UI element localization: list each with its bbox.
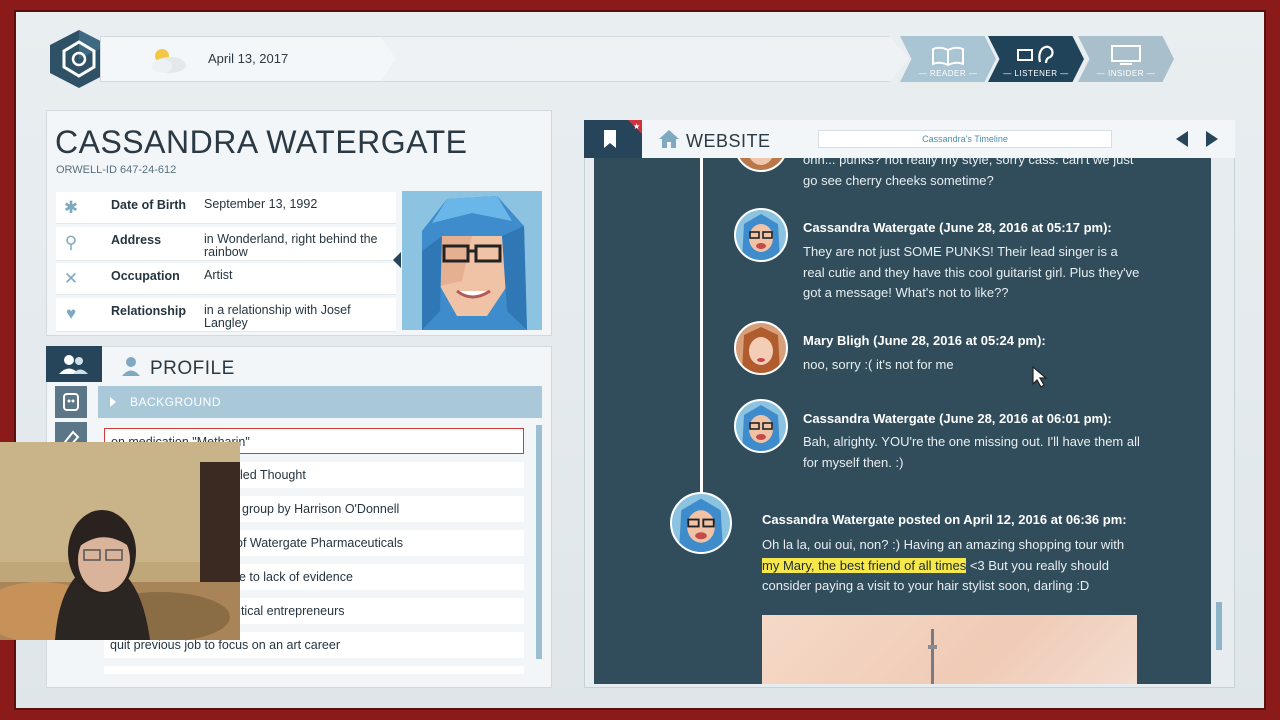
post-author: Cassandra Watergate posted on April 12, … <box>762 512 1127 527</box>
avatar[interactable] <box>734 208 788 262</box>
info-row-occupation: ✕ Occupation Artist <box>56 263 396 295</box>
asterisk-icon: ✱ <box>63 198 79 217</box>
tools-icon: ✕ <box>63 269 79 288</box>
location-pin-icon: ⚲ <box>64 233 78 252</box>
home-icon <box>658 129 680 154</box>
avatar <box>734 158 788 172</box>
comment-author: Mary Bligh (June 28, 2016 at 05:24 pm): <box>803 333 1046 348</box>
person-name: CASSANDRA WATERGATE <box>55 124 468 160</box>
info-value: in a relationship with Josef Langley <box>204 303 351 330</box>
post-text: Oh la la, oui oui, non? :) Having an ama… <box>762 537 1125 552</box>
avatar[interactable] <box>734 399 788 453</box>
comment-body: Bah, alrighty. YOU're the one missing ou… <box>803 434 1140 470</box>
comment-body: noo, sorry :( it's not for me <box>803 357 954 372</box>
comment-author: Cassandra Watergate (June 28, 2016 at 05… <box>803 220 1112 235</box>
info-key: Address <box>111 233 162 247</box>
comment-body: ohh... punks? not really my style, sorry… <box>803 158 1134 188</box>
forward-button[interactable] <box>1200 127 1224 151</box>
reader-mode-label: — READER — <box>918 69 978 78</box>
info-value: in Wonderland, right behind the rainbow <box>204 232 378 259</box>
info-key: Relationship <box>111 304 187 318</box>
post-photo[interactable] <box>762 615 1137 684</box>
bookmark-tab[interactable]: ★ <box>584 120 642 158</box>
comment-body: They are not just SOME PUNKS! Their lead… <box>803 244 1140 300</box>
listener-mode-label: — LISTENER — <box>1003 69 1069 78</box>
mouse-cursor-icon <box>1032 365 1048 393</box>
timeline-title-field[interactable]: Cassandra's Timeline <box>818 130 1112 148</box>
info-key: Occupation <box>111 269 180 283</box>
post-body: Oh la la, oui oui, non? :) Having an ama… <box>762 535 1137 597</box>
triangle-left-icon <box>1176 131 1188 147</box>
svg-text:★: ★ <box>633 122 640 131</box>
book-icon <box>932 46 964 66</box>
heart-icon: ♥ <box>65 304 77 323</box>
people-icon <box>59 355 88 374</box>
timeline-connector <box>700 158 703 496</box>
portrait-pointer <box>393 252 401 268</box>
insider-mode-button[interactable]: — INSIDER — <box>1078 36 1174 82</box>
timeline-feed[interactable]: ohh... punks? not really my style, sorry… <box>594 158 1211 684</box>
listener-mode-button[interactable]: — LISTENER — <box>988 36 1084 82</box>
avatar[interactable] <box>670 492 732 554</box>
comment-author: Cassandra Watergate (June 28, 2016 at 06… <box>803 411 1112 426</box>
face-icon <box>63 393 79 411</box>
list-item-partial <box>104 666 524 674</box>
ear-icon <box>1017 45 1054 64</box>
profile-tab[interactable] <box>46 346 102 382</box>
back-button[interactable] <box>1170 127 1194 151</box>
monitor-icon <box>1111 45 1141 65</box>
info-value: Artist <box>204 268 233 282</box>
triangle-right-icon <box>1206 131 1218 147</box>
reader-mode-button[interactable]: — READER — <box>900 36 996 82</box>
background-category-button[interactable] <box>55 386 87 418</box>
user-icon <box>121 356 141 381</box>
profile-scrollbar[interactable] <box>536 425 542 659</box>
bookmark-icon: ★ <box>604 120 642 148</box>
profile-title: PROFILE <box>150 358 235 379</box>
info-row-address: ⚲ Address in Wonderland, right behind th… <box>56 227 396 261</box>
avatar[interactable] <box>734 321 788 375</box>
info-value: September 13, 1992 <box>204 197 318 211</box>
info-key: Date of Birth <box>111 198 186 212</box>
info-row-relationship: ♥ Relationship in a relationship with Jo… <box>56 298 396 332</box>
website-label: WEBSITE <box>686 131 771 151</box>
current-date: April 13, 2017 <box>208 51 289 66</box>
chevron-right-icon <box>110 397 116 407</box>
weather-icon <box>144 44 190 76</box>
highlighted-text[interactable]: my Mary, the best friend of all times <box>762 557 967 573</box>
mode-selector: — READER — — LISTENER — — INSIDER — <box>900 36 1190 84</box>
webcam-overlay <box>0 442 240 640</box>
background-section-label: BACKGROUND <box>130 395 222 409</box>
insider-mode-label: — INSIDER — <box>1096 69 1156 78</box>
info-row-birth: ✱ Date of Birth September 13, 1992 <box>56 192 396 224</box>
profile-portrait[interactable] <box>402 191 542 330</box>
top-bar-extension <box>380 36 910 82</box>
orwell-id: ORWELL-ID 647-24-612 <box>56 164 177 176</box>
feed-scrollbar[interactable] <box>1216 602 1222 650</box>
